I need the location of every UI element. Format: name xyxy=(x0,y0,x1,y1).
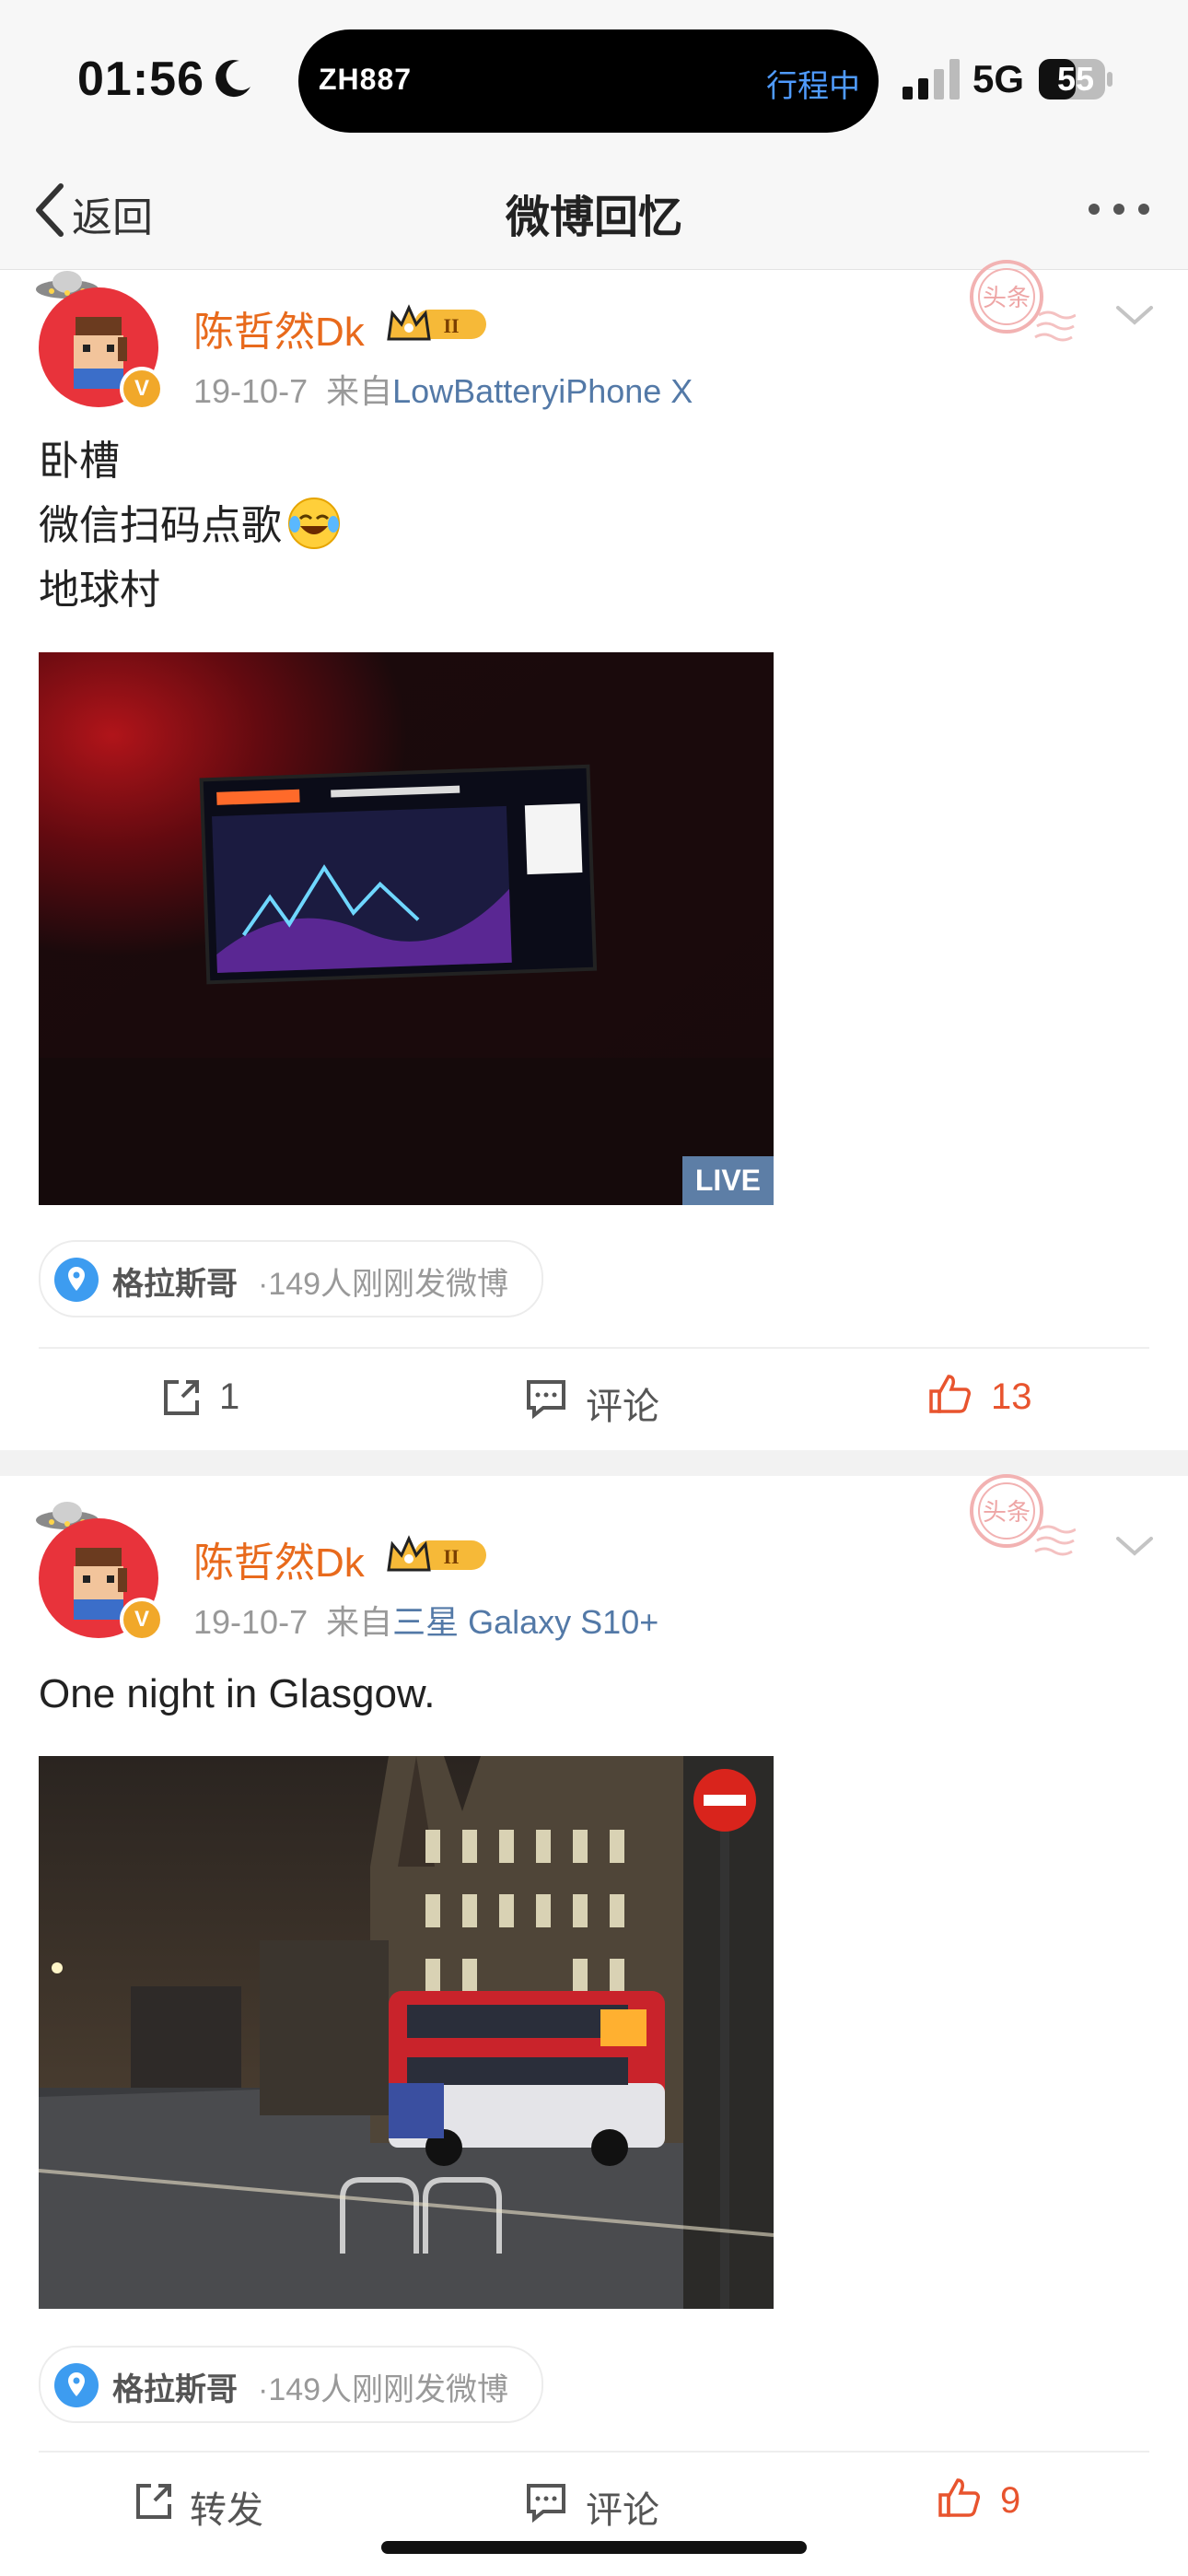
text-line: One night in Glasgow. xyxy=(39,1671,436,1716)
post-source[interactable]: 三星 Galaxy S10+ xyxy=(392,1603,658,1641)
location-extra: ·149人刚刚发微博 xyxy=(258,1267,509,1302)
location-tag[interactable]: 格拉斯哥 ·149人刚刚发微博 xyxy=(39,2346,543,2423)
comment-button[interactable]: 评论 xyxy=(586,1376,659,1430)
divider xyxy=(39,1347,1149,1349)
page-title: 微博回忆 xyxy=(505,193,682,242)
post-text: 卧槽 微信扫码点歌 地球村 xyxy=(39,429,341,623)
divider xyxy=(39,2451,1149,2453)
username[interactable]: 陈哲然Dk xyxy=(193,1529,365,1588)
section-gap xyxy=(0,1450,1188,1476)
battery-level: 55 xyxy=(1056,60,1095,98)
trip-status: 行程中 xyxy=(766,69,860,104)
location-name: 格拉斯哥 xyxy=(112,1267,238,1302)
headline-stamp-icon: 头条 xyxy=(970,260,1076,342)
repost-count[interactable]: 1 xyxy=(219,1376,239,1418)
live-badge: LIVE xyxy=(681,1156,774,1205)
text-line: 卧槽 xyxy=(39,439,120,484)
svg-text:II: II xyxy=(443,314,459,337)
glasgow-street-bus-image xyxy=(39,1756,774,2309)
more-icon[interactable] xyxy=(1087,193,1151,225)
chevron-down-icon[interactable] xyxy=(1114,302,1155,328)
flight-number: ZH887 xyxy=(319,63,413,96)
home-indicator[interactable] xyxy=(381,2541,807,2554)
text-line: 微信扫码点歌 xyxy=(39,494,341,558)
status-time: 01:56 xyxy=(77,53,204,106)
like-icon[interactable] xyxy=(938,2476,980,2519)
location-extra: ·149人刚刚发微博 xyxy=(258,2372,509,2407)
like-icon[interactable] xyxy=(928,1373,971,1415)
repost-icon[interactable] xyxy=(133,2480,175,2523)
post-date: 19-10-7 xyxy=(193,1603,309,1641)
like-count[interactable]: 13 xyxy=(991,1376,1032,1418)
post-source[interactable]: LowBatteryiPhone X xyxy=(392,372,693,410)
signal-icon xyxy=(903,59,960,100)
post-meta: 19-10-7 来自LowBatteryiPhone X xyxy=(193,365,693,413)
text-line: 地球村 xyxy=(39,568,160,613)
repost-icon[interactable] xyxy=(160,1376,203,1419)
comment-icon[interactable] xyxy=(525,2480,567,2523)
verified-badge: V xyxy=(120,367,164,411)
location-pin-icon xyxy=(54,1258,99,1302)
post-image-live-photo[interactable]: LIVE xyxy=(39,652,774,1205)
location-pin-icon xyxy=(54,2363,99,2407)
post-image[interactable] xyxy=(39,1756,774,2309)
svg-text:头条: 头条 xyxy=(983,1499,1031,1527)
svg-text:II: II xyxy=(443,1545,459,1568)
username[interactable]: 陈哲然Dk xyxy=(193,299,365,357)
chevron-down-icon[interactable] xyxy=(1114,1533,1155,1559)
svg-text:头条: 头条 xyxy=(983,285,1031,312)
network-type: 5G xyxy=(973,57,1025,100)
post-text: One night in Glasgow. xyxy=(39,1662,435,1727)
headline-stamp-icon: 头条 xyxy=(970,1474,1076,1556)
moon-icon xyxy=(215,60,250,98)
laugh-cry-emoji-icon xyxy=(288,498,340,549)
from-prefix: 来自 xyxy=(326,1603,393,1641)
location-tag[interactable]: 格拉斯哥 ·149人刚刚发微博 xyxy=(39,1240,543,1317)
dark-room-tv-image xyxy=(39,652,774,1205)
post-date: 19-10-7 xyxy=(193,372,309,410)
member-crown-icon[interactable]: II xyxy=(387,304,488,345)
member-crown-icon[interactable]: II xyxy=(387,1535,488,1575)
location-name: 格拉斯哥 xyxy=(112,2372,238,2407)
verified-badge: V xyxy=(120,1598,164,1642)
like-count[interactable]: 9 xyxy=(1000,2480,1020,2522)
repost-button[interactable]: 转发 xyxy=(190,2480,263,2534)
from-prefix: 来自 xyxy=(326,372,393,410)
comment-button[interactable]: 评论 xyxy=(586,2480,659,2534)
comment-icon[interactable] xyxy=(525,1376,567,1419)
post-meta: 19-10-7 来自三星 Galaxy S10+ xyxy=(193,1596,658,1644)
